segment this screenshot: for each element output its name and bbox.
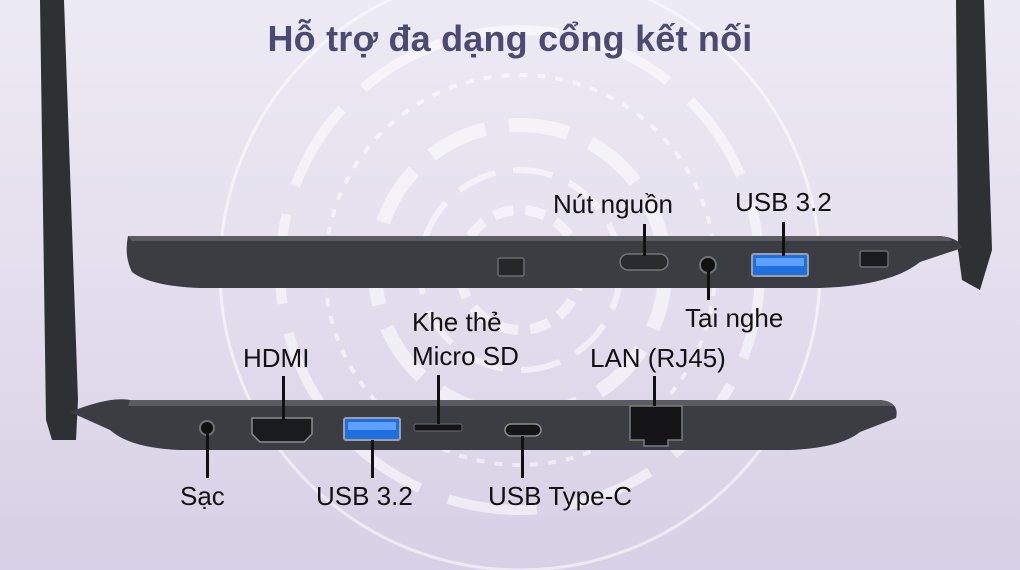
microsd-shape — [413, 423, 463, 432]
label-usb-left: USB 3.2 — [316, 481, 413, 511]
charging-port-shape — [199, 420, 215, 436]
label-usb-c: USB Type-C — [488, 481, 633, 511]
laptop-lid-left — [40, 0, 78, 440]
usbc-shape — [504, 423, 542, 437]
label-lan: LAN (RJ45) — [590, 343, 726, 373]
laptop-side-top — [126, 236, 962, 288]
leader-usb-left — [371, 440, 374, 478]
label-headphone: Tai nghe — [685, 303, 784, 333]
power-button-shape — [619, 253, 669, 271]
leader-charging — [206, 434, 209, 478]
label-microsd-line1: Khe thẻ — [412, 307, 502, 337]
leader-headphone — [707, 270, 710, 300]
label-usb-right: USB 3.2 — [735, 187, 832, 217]
leader-microsd — [437, 375, 440, 424]
label-microsd-line2: Micro SD — [412, 341, 519, 371]
leader-usb-c — [521, 436, 524, 478]
leader-usb-right — [782, 222, 785, 256]
lan-shape — [629, 405, 683, 447]
label-hdmi: HDMI — [243, 343, 310, 373]
leader-hdmi — [282, 376, 285, 420]
product-feature-banner: Hỗ trợ đa dạng cổng kết nối Nút nguồn US… — [0, 0, 1020, 570]
leader-lan — [653, 376, 656, 406]
label-power-button: Nút nguồn — [553, 189, 673, 219]
laptop-side-bottom — [70, 399, 897, 450]
label-charging: Sạc — [180, 481, 225, 511]
page-title: Hỗ trợ đa dạng cổng kết nối — [267, 18, 753, 59]
leader-power-button — [643, 224, 646, 256]
hdmi-shape — [251, 417, 313, 443]
